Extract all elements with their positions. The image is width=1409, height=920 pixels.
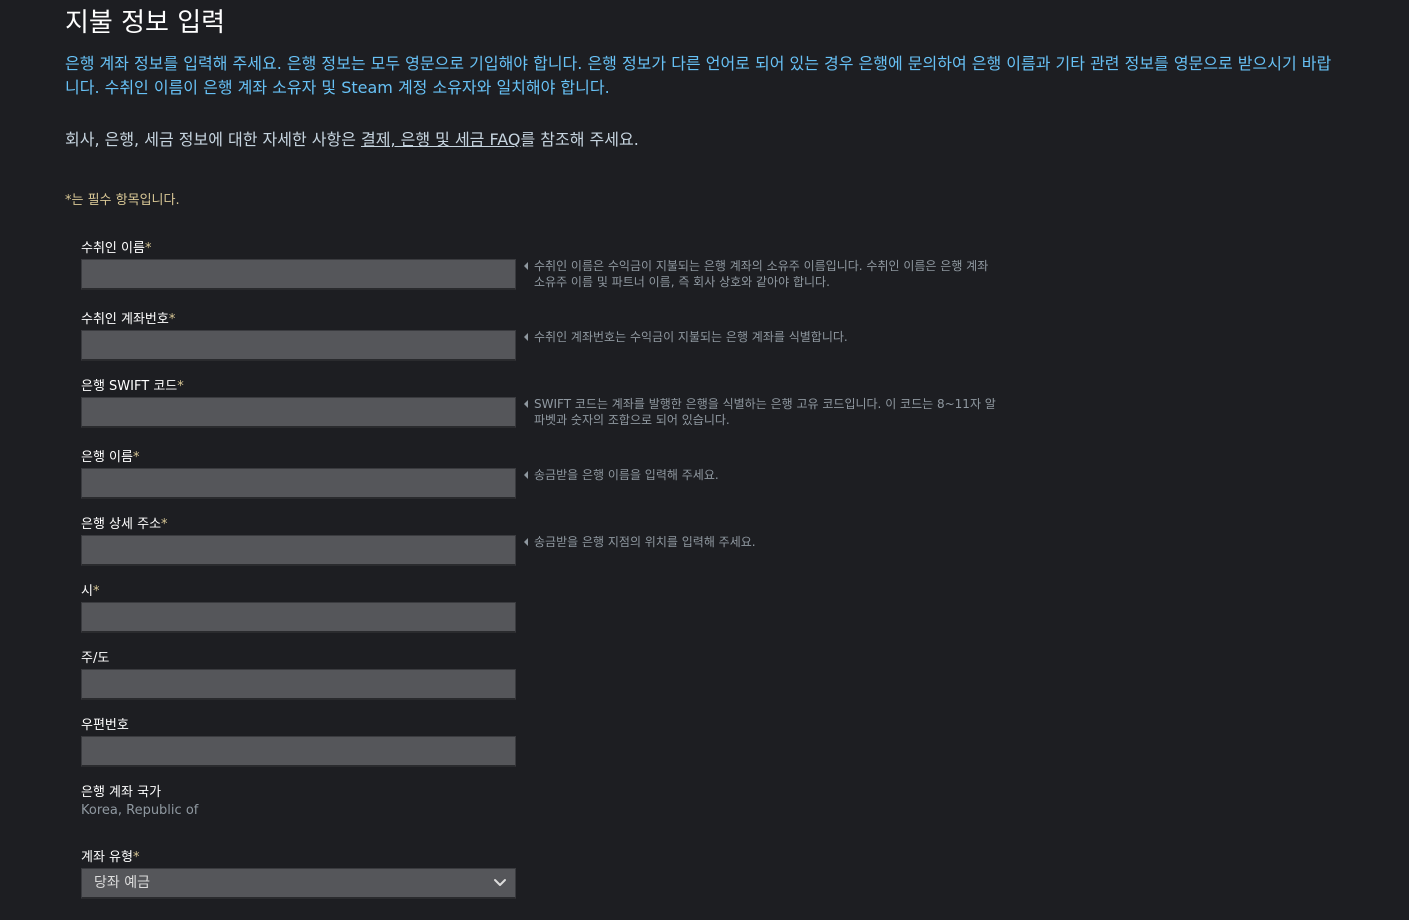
city-field: 시* [81, 584, 516, 633]
account-type-selected: 당좌 예금 [94, 875, 150, 891]
account-number-hint: 수취인 계좌번호는 수익금이 지불되는 은행 계좌를 식별합니다. [524, 329, 996, 345]
bank-name-label-text: 은행 이름 [81, 450, 133, 465]
account-type-select[interactable]: 당좌 예금 [81, 868, 516, 899]
bank-address-label: 은행 상세 주소* [81, 517, 516, 533]
bank-address-hint: 송금받을 은행 지점의 위치를 입력해 주세요. [524, 534, 996, 550]
required-star: * [132, 450, 140, 465]
swift-code-field: 은행 SWIFT 코드* [81, 379, 516, 428]
city-input[interactable] [81, 602, 516, 633]
payment-info-page: 지불 정보 입력 은행 계좌 정보를 입력해 주세요. 은행 정보는 모두 영문… [0, 0, 1409, 920]
account-number-field: 수취인 계좌번호* [81, 312, 516, 361]
required-star: * [132, 850, 140, 865]
bank-name-input[interactable] [81, 468, 516, 499]
swift-code-label-text: 은행 SWIFT 코드 [81, 379, 178, 394]
caret-left-icon [524, 333, 528, 341]
bank-address-label-text: 은행 상세 주소 [81, 517, 162, 532]
payee-name-hint: 수취인 이름은 수익금이 지불되는 은행 계좌의 소유주 이름입니다. 수취인 … [524, 258, 996, 290]
required-note: *는 필수 항목입니다. [65, 193, 180, 208]
faq-suffix: 를 참조해 주세요. [520, 130, 639, 149]
account-number-label-text: 수취인 계좌번호 [81, 312, 169, 327]
bank-country-label: 은행 계좌 국가 [81, 785, 162, 800]
bank-name-hint: 송금받을 은행 이름을 입력해 주세요. [524, 467, 996, 483]
required-star: * [144, 241, 152, 256]
caret-left-icon [524, 400, 528, 408]
city-label: 시* [81, 584, 516, 600]
bank-address-field: 은행 상세 주소* [81, 517, 516, 566]
postal-code-input[interactable] [81, 736, 516, 767]
swift-code-hint-text: SWIFT 코드는 계좌를 발행한 은행을 식별하는 은행 고유 코드입니다. … [534, 397, 996, 427]
postal-code-label: 우편번호 [81, 718, 129, 733]
bank-address-hint-text: 송금받을 은행 지점의 위치를 입력해 주세요. [534, 535, 756, 549]
chevron-down-icon [494, 879, 506, 886]
page-title: 지불 정보 입력 [65, 8, 226, 38]
account-number-label: 수취인 계좌번호* [81, 312, 516, 328]
swift-code-hint: SWIFT 코드는 계좌를 발행한 은행을 식별하는 은행 고유 코드입니다. … [524, 396, 996, 428]
bank-address-input[interactable] [81, 535, 516, 566]
caret-left-icon [524, 471, 528, 479]
bank-country-field: 은행 계좌 국가 Korea, Republic of [81, 785, 198, 820]
caret-left-icon [524, 538, 528, 546]
account-number-hint-text: 수취인 계좌번호는 수익금이 지불되는 은행 계좌를 식별합니다. [534, 330, 848, 344]
payee-name-input[interactable] [81, 259, 516, 290]
payee-name-field: 수취인 이름* [81, 241, 516, 290]
caret-left-icon [524, 262, 528, 270]
city-label-text: 시 [81, 584, 93, 599]
state-input[interactable] [81, 669, 516, 700]
payee-name-label-text: 수취인 이름 [81, 241, 145, 256]
faq-text: 회사, 은행, 세금 정보에 대한 자세한 사항은 결제, 은행 및 세금 FA… [65, 128, 639, 152]
required-star: * [161, 517, 168, 532]
state-label: 주/도 [81, 651, 110, 666]
bank-country-value: Korea, Republic of [81, 803, 199, 818]
intro-text: 은행 계좌 정보를 입력해 주세요. 은행 정보는 모두 영문으로 기입해야 합… [65, 54, 1332, 97]
bank-name-label: 은행 이름* [81, 450, 516, 466]
bank-name-field: 은행 이름* [81, 450, 516, 499]
required-star: * [177, 379, 184, 394]
state-field: 주/도 [81, 651, 516, 700]
payee-name-label: 수취인 이름* [81, 241, 516, 257]
required-star: * [92, 584, 100, 599]
swift-code-input[interactable] [81, 397, 516, 428]
faq-prefix: 회사, 은행, 세금 정보에 대한 자세한 사항은 [65, 130, 362, 149]
postal-code-field: 우편번호 [81, 718, 516, 767]
swift-code-label: 은행 SWIFT 코드* [81, 379, 516, 395]
account-type-label-text: 계좌 유형 [81, 850, 133, 865]
account-type-label: 계좌 유형* [81, 850, 516, 866]
required-star: * [168, 312, 176, 327]
bank-name-hint-text: 송금받을 은행 이름을 입력해 주세요. [534, 468, 719, 482]
account-type-field: 계좌 유형* 당좌 예금 [81, 850, 516, 899]
account-number-input[interactable] [81, 330, 516, 361]
faq-link[interactable]: 결제, 은행 및 세금 FAQ [361, 130, 520, 149]
payee-name-hint-text: 수취인 이름은 수익금이 지불되는 은행 계좌의 소유주 이름입니다. 수취인 … [534, 259, 989, 289]
